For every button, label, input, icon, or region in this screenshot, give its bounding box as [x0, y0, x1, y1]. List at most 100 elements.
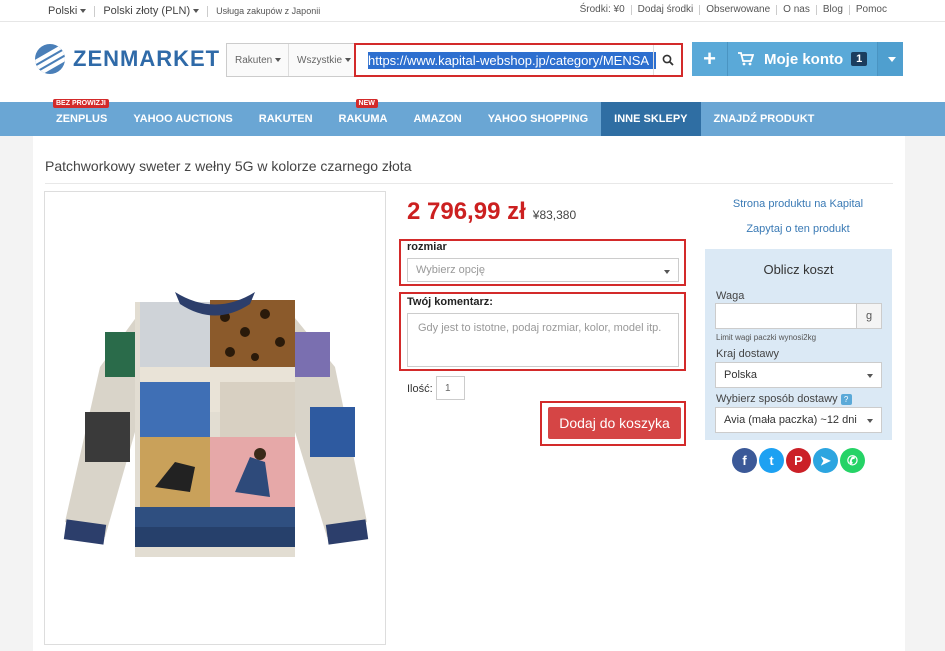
chevron-down-icon — [193, 9, 200, 14]
telegram-icon[interactable]: ➤ — [813, 448, 838, 473]
chevron-down-icon — [888, 56, 896, 62]
language-dropdown[interactable]: Polski — [48, 5, 87, 17]
country-select[interactable]: Polska — [715, 362, 882, 388]
account-group: + Moje konto 1 — [692, 42, 903, 76]
weight-unit: g — [856, 304, 881, 328]
nav-item-find-product[interactable]: ZNAJDŹ PRODUKT — [701, 102, 828, 136]
nav-label: INNE SKLEPY — [614, 113, 688, 125]
nav-label: AMAZON — [413, 113, 462, 125]
chevron-down-icon — [345, 58, 351, 62]
search-bar: Rakuten Wszystkie https://www.kapital-we… — [226, 43, 683, 77]
shipping-method-label-text: Wybierz sposób dostawy — [716, 393, 838, 405]
quantity-input[interactable]: 1 — [436, 376, 465, 400]
size-select-value: Wybierz opcję — [416, 264, 485, 276]
twitter-icon[interactable]: t — [759, 448, 784, 473]
balance-link[interactable]: Środki: ¥0 — [574, 5, 631, 15]
chevron-down-icon — [867, 374, 873, 378]
nav-item-amazon[interactable]: AMAZON — [400, 102, 474, 136]
nav-label: ZENPLUS — [56, 113, 108, 125]
no-fee-badge: BEZ PROWIZJI — [53, 99, 109, 108]
price-block: 2 796,99 zł ¥83,380 — [407, 198, 576, 226]
size-select[interactable]: Wybierz opcję — [407, 258, 679, 282]
category-select-label: Wszystkie — [297, 54, 342, 66]
chevron-down-icon — [80, 9, 87, 14]
calculator-title: Oblicz koszt — [763, 262, 834, 277]
cart-icon — [738, 52, 754, 66]
nav-item-rakuma[interactable]: NEW RAKUMA — [326, 99, 401, 136]
price-jpy: ¥83,380 — [532, 208, 577, 222]
about-link[interactable]: O nas — [776, 5, 816, 15]
social-share: f t P ➤ ✆ — [732, 448, 865, 473]
add-to-cart-button[interactable]: Dodaj do koszyka — [548, 407, 681, 439]
service-link[interactable]: Usługa zakupów z Japonii — [216, 6, 320, 16]
nav-label: RAKUMA — [338, 113, 388, 125]
product-image[interactable] — [44, 191, 386, 645]
logo-globe-icon — [35, 44, 65, 74]
header: ZENMARKET Rakuten Wszystkie https://www.… — [0, 22, 945, 102]
nav-label: RAKUTEN — [258, 113, 313, 125]
shipping-method-label: Wybierz sposób dostawy? — [716, 393, 852, 405]
nav-label: ZNAJDŹ PRODUKT — [713, 113, 815, 125]
quantity-label: Ilość: — [407, 383, 433, 395]
currency-dropdown[interactable]: Polski złoty (PLN) — [103, 5, 200, 17]
weight-input[interactable]: g — [715, 303, 882, 329]
chevron-down-icon — [664, 270, 670, 274]
ask-about-product-link[interactable]: Zapytaj o ten produkt — [703, 223, 893, 235]
nav-item-rakuten[interactable]: RAKUTEN — [246, 102, 326, 136]
nav-item-other-stores[interactable]: INNE SKLEPY — [601, 102, 701, 136]
nav-label: YAHOO AUCTIONS — [133, 113, 233, 125]
blog-link[interactable]: Blog — [815, 5, 849, 15]
nav-item-yahoo-auctions[interactable]: YAHOO AUCTIONS — [120, 102, 245, 136]
pinterest-icon[interactable]: P — [786, 448, 811, 473]
nav-item-yahoo-shopping[interactable]: YAHOO SHOPPING — [475, 102, 601, 136]
divider — [94, 5, 96, 17]
store-select-label: Rakuten — [235, 54, 273, 66]
comment-placeholder: Gdy jest to istotne, podaj rozmiar, kolo… — [418, 322, 662, 334]
main-nav: BEZ PROWIZJI ZENPLUS YAHOO AUCTIONS RAKUT… — [0, 99, 945, 136]
price-pln: 2 796,99 zł — [407, 198, 526, 225]
comment-label: Twój komentarz: — [407, 296, 493, 308]
divider — [45, 183, 893, 184]
nav-label: YAHOO SHOPPING — [487, 113, 589, 125]
sweater-image — [63, 292, 369, 557]
country-label: Kraj dostawy — [716, 348, 779, 360]
cost-calculator: Oblicz koszt Waga g Limit wagi paczki wy… — [705, 249, 892, 440]
shipping-method-select[interactable]: Avia (mała paczka) ~12 dni — [715, 407, 882, 433]
comment-field[interactable]: Gdy jest to istotne, podaj rozmiar, kolo… — [407, 313, 679, 367]
size-label: rozmiar — [407, 241, 447, 253]
search-input[interactable]: https://www.kapital-webshop.jp/category/… — [354, 43, 683, 77]
facebook-icon[interactable]: f — [732, 448, 757, 473]
top-right-links: Środki: ¥0 Dodaj środki Obserwowane O na… — [574, 5, 893, 15]
plus-icon: + — [703, 46, 716, 71]
account-button[interactable]: Moje konto 1 — [728, 42, 877, 76]
product-title: Patchworkowy sweter z wełny 5G w kolorze… — [45, 158, 412, 174]
whatsapp-icon[interactable]: ✆ — [840, 448, 865, 473]
chevron-down-icon — [275, 58, 282, 62]
category-select[interactable]: Wszystkie — [289, 44, 355, 76]
logo[interactable]: ZENMARKET — [35, 44, 220, 74]
help-icon[interactable]: ? — [840, 393, 852, 405]
watchlist-link[interactable]: Obserwowane — [699, 5, 776, 15]
quantity-value: 1 — [445, 382, 451, 394]
help-link[interactable]: Pomoc — [848, 5, 893, 15]
store-select[interactable]: Rakuten — [227, 44, 289, 76]
search-button[interactable] — [653, 45, 681, 75]
weight-limit-note: Limit wagi paczki wynosi2kg — [716, 333, 817, 342]
add-to-cart-label: Dodaj do koszyka — [559, 415, 670, 431]
search-input-value: https://www.kapital-webshop.jp/category/… — [368, 51, 656, 69]
weight-label: Waga — [716, 290, 745, 302]
logo-text: ZENMARKET — [73, 46, 221, 71]
add-funds-link[interactable]: Dodaj środki — [630, 5, 700, 15]
product-page-link[interactable]: Strona produktu na Kapital — [703, 198, 893, 210]
nav-item-zenplus[interactable]: BEZ PROWIZJI ZENPLUS — [43, 99, 120, 136]
new-badge: NEW — [355, 99, 378, 108]
chevron-down-icon — [867, 419, 873, 423]
divider — [207, 5, 209, 17]
search-icon — [662, 54, 674, 66]
add-button[interactable]: + — [692, 42, 728, 76]
country-select-value: Polska — [724, 369, 758, 381]
account-dropdown-toggle[interactable] — [877, 42, 903, 76]
language-label: Polski — [48, 5, 78, 17]
account-label: Moje konto — [764, 50, 844, 68]
shipping-method-value: Avia (mała paczka) ~12 dni — [724, 414, 857, 426]
